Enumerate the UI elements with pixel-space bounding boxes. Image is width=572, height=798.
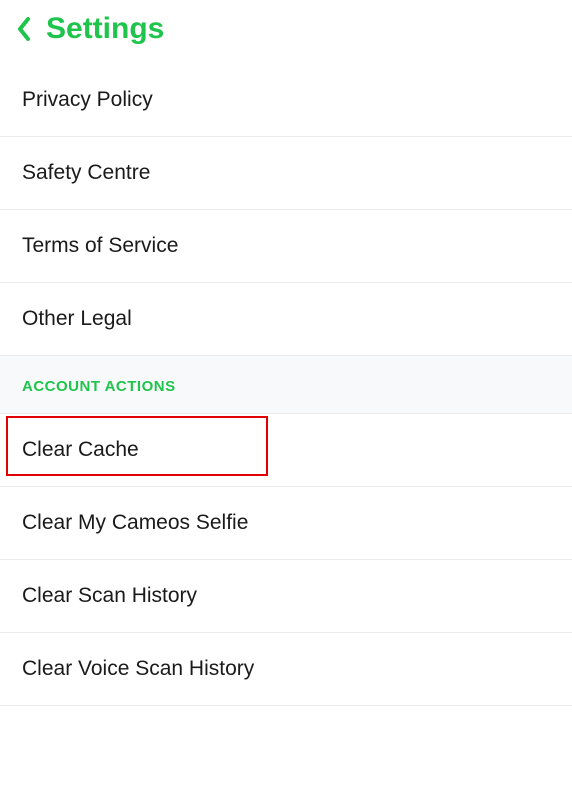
back-icon[interactable] (16, 15, 32, 43)
list-item-label: Privacy Policy (22, 88, 153, 111)
list-item-privacy-policy[interactable]: Privacy Policy (0, 64, 572, 137)
page-title: Settings (46, 12, 164, 46)
list-item-label: Clear Voice Scan History (22, 657, 254, 680)
header: Settings (0, 0, 572, 64)
list-item-other-legal[interactable]: Other Legal (0, 283, 572, 356)
list-item-label: Safety Centre (22, 161, 150, 184)
list-item-label: Clear My Cameos Selfie (22, 511, 248, 534)
section-header-account-actions: ACCOUNT ACTIONS (0, 356, 572, 414)
list-item-clear-voice-scan-history[interactable]: Clear Voice Scan History (0, 633, 572, 706)
list-item-label: Terms of Service (22, 234, 178, 257)
list-item-label: Clear Scan History (22, 584, 197, 607)
list-item-clear-scan-history[interactable]: Clear Scan History (0, 560, 572, 633)
list-item-clear-cache[interactable]: Clear Cache (0, 414, 572, 487)
list-item-safety-centre[interactable]: Safety Centre (0, 137, 572, 210)
list-item-terms-of-service[interactable]: Terms of Service (0, 210, 572, 283)
list-item-label: Other Legal (22, 307, 132, 330)
list-item-label: Clear Cache (22, 438, 139, 461)
list-item-clear-cameos-selfie[interactable]: Clear My Cameos Selfie (0, 487, 572, 560)
